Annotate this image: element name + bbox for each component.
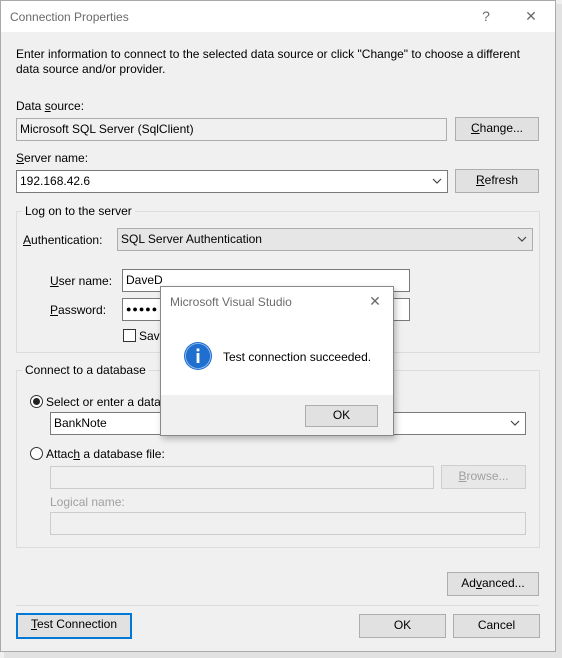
- chevron-down-icon: [432, 178, 442, 184]
- user-name-label: User name:: [50, 274, 113, 288]
- change-button[interactable]: Change...: [455, 117, 539, 141]
- select-database-radio[interactable]: [30, 395, 43, 408]
- info-icon: [184, 342, 212, 370]
- authentication-combobox[interactable]: SQL Server Authentication: [117, 228, 533, 251]
- message-box-footer: OK: [161, 395, 393, 435]
- description-text: Enter information to connect to the sele…: [16, 47, 520, 76]
- logical-name-input[interactable]: [50, 512, 526, 535]
- database-name-value: BankNote: [54, 416, 107, 430]
- logon-group-title: Log on to the server: [22, 204, 135, 218]
- database-file-input[interactable]: [50, 466, 434, 489]
- authentication-value: SQL Server Authentication: [121, 232, 262, 246]
- window-shadow-right: [556, 4, 562, 658]
- help-icon: ?: [482, 8, 490, 24]
- save-password-checkbox[interactable]: [123, 329, 136, 342]
- password-label: Password:: [50, 303, 107, 317]
- message-box: Microsoft Visual Studio ✕ Test connectio…: [160, 286, 394, 436]
- window-shadow-bottom: [4, 652, 562, 658]
- authentication-label: Authentication:: [23, 233, 103, 247]
- database-group-title: Connect to a database: [22, 363, 149, 377]
- ok-button[interactable]: OK: [359, 614, 446, 638]
- close-icon: ✕: [369, 293, 381, 309]
- server-name-label: Server name:: [16, 151, 89, 165]
- logical-name-label: Logical name:: [50, 495, 125, 509]
- help-button[interactable]: ?: [466, 4, 506, 28]
- message-box-title: Microsoft Visual Studio: [170, 295, 292, 309]
- server-name-value: 192.168.42.6: [20, 174, 91, 188]
- attach-database-radio[interactable]: [30, 447, 43, 460]
- chevron-down-icon: [510, 420, 520, 426]
- server-name-combobox[interactable]: 192.168.42.6: [16, 170, 448, 193]
- select-database-label: Select or enter a datab: [46, 395, 168, 409]
- data-source-label: Data source:: [16, 99, 85, 113]
- close-button[interactable]: ✕: [511, 4, 551, 28]
- attach-database-label: Attach a database file:: [46, 447, 165, 461]
- title-bar: Connection Properties ? ✕: [1, 1, 555, 32]
- test-connection-button[interactable]: Test Connection: [16, 613, 132, 639]
- dialog-title: Connection Properties: [10, 10, 129, 24]
- close-icon: ✕: [525, 8, 537, 24]
- message-text: Test connection succeeded.: [223, 350, 372, 364]
- message-box-close-button[interactable]: ✕: [363, 290, 387, 312]
- browse-button[interactable]: Browse...: [441, 465, 526, 489]
- footer-divider: [16, 605, 539, 606]
- chevron-down-icon: [517, 236, 527, 242]
- cancel-button[interactable]: Cancel: [453, 614, 540, 638]
- refresh-button[interactable]: Refresh: [455, 169, 539, 193]
- data-source-field: Microsoft SQL Server (SqlClient): [16, 118, 447, 141]
- message-ok-button[interactable]: OK: [305, 405, 378, 427]
- advanced-button[interactable]: Advanced...: [447, 572, 539, 596]
